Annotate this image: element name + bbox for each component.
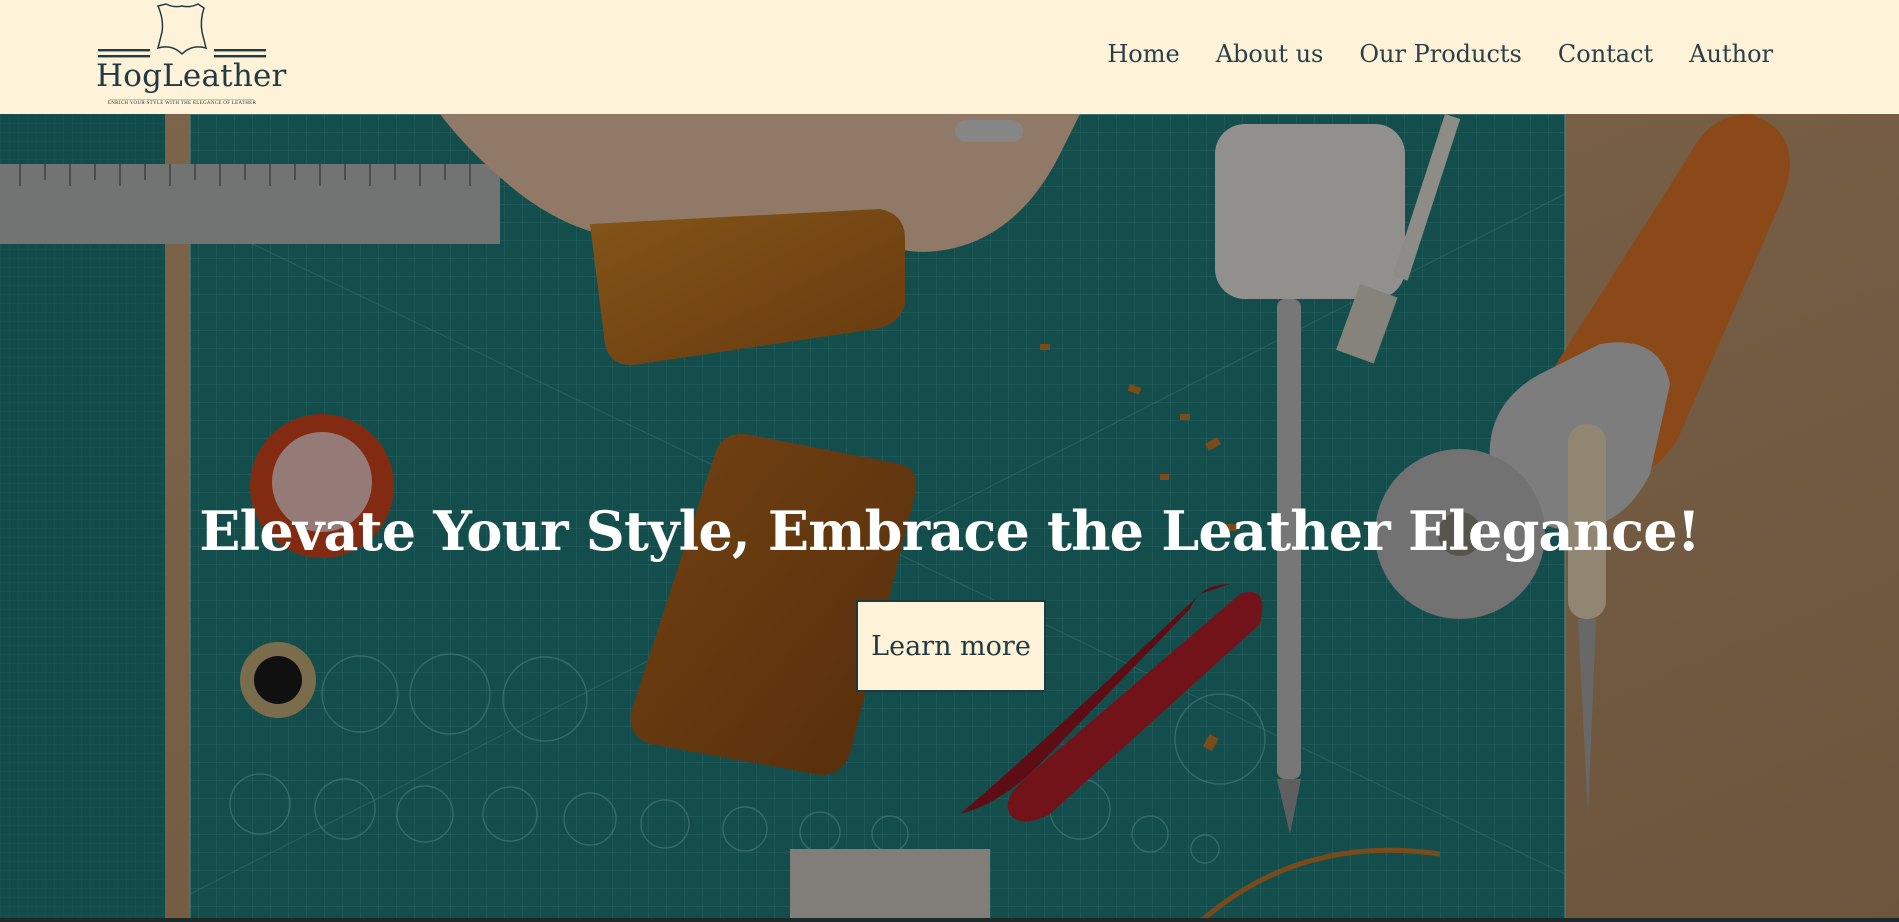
nav-home[interactable]: Home — [1107, 40, 1179, 68]
nav-our-products[interactable]: Our Products — [1359, 40, 1522, 68]
site-header: HogLeather Enrich your style with the el… — [0, 0, 1899, 114]
brand-name: HogLeather — [96, 58, 287, 94]
leather-hide-icon — [98, 3, 266, 100]
learn-more-button[interactable]: Learn more — [856, 600, 1046, 692]
hero-headline: Elevate Your Style, Embrace the Leather … — [199, 499, 1700, 563]
nav-contact[interactable]: Contact — [1558, 40, 1653, 68]
main-nav: Home About us Our Products Contact Autho… — [1107, 40, 1773, 68]
brand-logo[interactable]: HogLeather Enrich your style with the el… — [92, 0, 287, 112]
nav-about-us[interactable]: About us — [1216, 40, 1324, 68]
page-bottom-edge — [0, 918, 1899, 922]
brand-tagline: Enrich your style with the elegance of l… — [107, 101, 257, 106]
hero-section: Elevate Your Style, Embrace the Leather … — [0, 114, 1899, 922]
nav-author[interactable]: Author — [1689, 40, 1773, 68]
